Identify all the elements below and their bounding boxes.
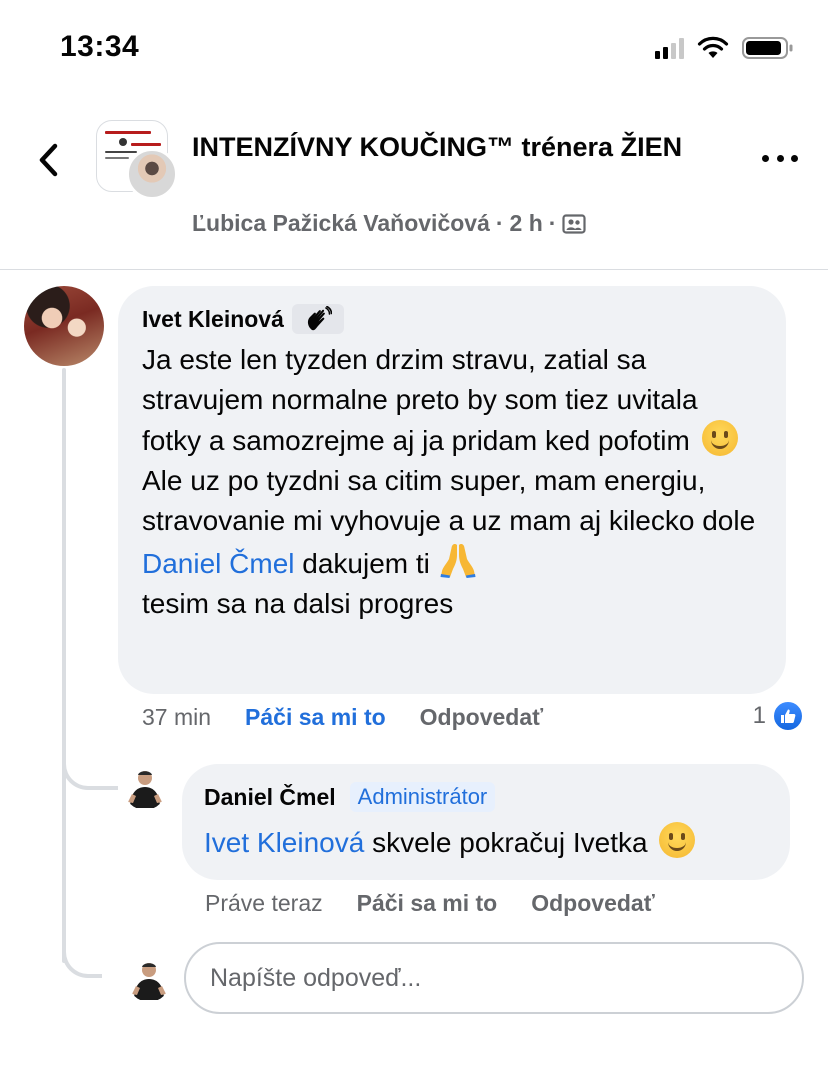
comment-bubble[interactable]: Ivet Kleinová Ja este len tyzden drzim s…: [118, 286, 786, 694]
status-bar: 13:34: [0, 0, 828, 100]
mention-link[interactable]: Daniel Čmel: [142, 548, 295, 579]
slightly-smiling-face-icon: [659, 822, 696, 858]
comment-paragraph: skvele pokračuj Ivetka: [372, 827, 648, 858]
back-button[interactable]: [30, 140, 66, 180]
comment-paragraph: Ja este len tyzden drzim stravu, zatial …: [142, 344, 698, 456]
dot-icon: [776, 154, 784, 162]
waving-hand-icon: [291, 304, 344, 334]
author-name[interactable]: Ivet Kleinová: [142, 306, 284, 333]
cellular-signal-icon: [655, 37, 684, 59]
chevron-left-icon: [39, 143, 58, 177]
group-audience-icon: [562, 213, 587, 234]
comment-text: Ja este len tyzden drzim stravu, zatial …: [142, 340, 762, 624]
thumbs-up-icon: [772, 700, 804, 732]
reaction-summary[interactable]: 1: [753, 700, 804, 732]
current-user-avatar: [128, 960, 170, 1002]
comment-text: Ivet Kleinová skvele pokračuj Ivetka: [204, 822, 768, 863]
post-age: 2 h: [509, 210, 543, 236]
comment-author: Daniel Čmel Administrátor: [204, 780, 768, 814]
like-button[interactable]: Páči sa mi to: [357, 890, 498, 917]
thread-connector: [62, 740, 118, 790]
comment-actions: 37 min Páči sa mi to Odpovedať: [142, 704, 543, 731]
status-icons: [655, 36, 794, 60]
like-button[interactable]: Páči sa mi to: [245, 704, 386, 731]
reply-bubble[interactable]: Daniel Čmel Administrátor Ivet Kleinová …: [182, 764, 790, 880]
reply-input[interactable]: [184, 942, 804, 1014]
more-options-button[interactable]: [762, 148, 798, 168]
commenter-avatar[interactable]: [24, 286, 104, 366]
post-meta: Ľubica Pažická Vaňovičová · 2 h ·: [192, 210, 587, 237]
dot-icon: [762, 154, 769, 162]
meta-separator: ·: [495, 210, 504, 236]
comment-paragraph: Ale uz po tyzdni sa citim super, mam ene…: [142, 465, 756, 536]
author-name[interactable]: Daniel Čmel: [204, 784, 336, 811]
folded-hands-icon: [440, 544, 476, 578]
battery-icon: [742, 37, 793, 59]
meta-separator-2: ·: [548, 210, 557, 236]
admin-avatar[interactable]: [124, 768, 166, 810]
poster-name[interactable]: Ľubica Pažická Vaňovičová: [192, 210, 490, 237]
slightly-smiling-face-icon: [701, 420, 738, 456]
post-header: INTENZÍVNY KOUČING™ trénera ŽIEN Ľubica …: [0, 100, 828, 270]
reply-button[interactable]: Odpovedať: [531, 890, 654, 917]
thread-connector: [62, 928, 102, 978]
comment-time: 37 min: [142, 704, 212, 730]
admin-role-badge[interactable]: Administrátor: [349, 782, 496, 812]
reaction-count: 1: [752, 702, 766, 729]
dot-icon: [791, 154, 798, 162]
poster-avatar[interactable]: [126, 148, 178, 200]
comment-actions: Práve teraz Páči sa mi to Odpovedať: [205, 890, 655, 917]
comment-author: Ivet Kleinová: [142, 302, 762, 336]
thread-line: [62, 368, 66, 963]
comment-paragraph: dakujem ti: [302, 548, 430, 579]
reply-button[interactable]: Odpovedať: [420, 704, 543, 731]
status-time: 13:34: [60, 30, 140, 63]
mention-link[interactable]: Ivet Kleinová: [204, 827, 364, 858]
wifi-icon: [697, 36, 729, 58]
group-title[interactable]: INTENZÍVNY KOUČING™ trénera ŽIEN: [192, 128, 712, 166]
comment-paragraph: tesim sa na dalsi progres: [142, 588, 454, 619]
comment-time: Práve teraz: [205, 890, 323, 916]
